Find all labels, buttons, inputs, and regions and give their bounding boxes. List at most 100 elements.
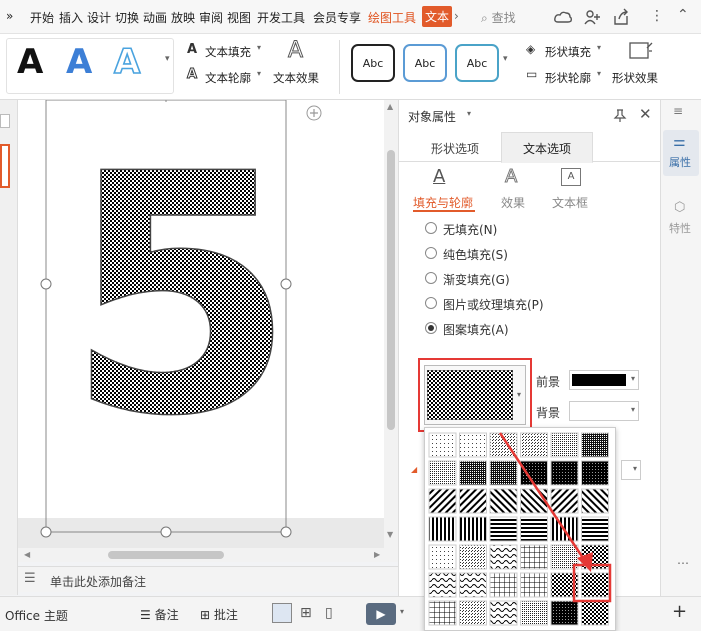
text-style-black[interactable]: A: [17, 42, 43, 82]
pattern-swatch[interactable]: [459, 600, 487, 626]
menu-scroll-right-icon[interactable]: ›: [454, 9, 459, 23]
share-user-icon[interactable]: [583, 8, 601, 26]
tab-shape-options[interactable]: 形状选项: [431, 140, 479, 157]
option-picture-texture-fill[interactable]: 图片或纹理填充(P): [443, 296, 544, 313]
pin-icon[interactable]: [613, 108, 627, 122]
pattern-swatch[interactable]: [459, 516, 487, 542]
text-shape-selection[interactable]: 5: [18, 100, 384, 550]
sidebar-traits-button[interactable]: ⬡ 特性: [663, 196, 699, 242]
reading-view-icon[interactable]: ▯: [325, 605, 333, 621]
pattern-swatch[interactable]: [428, 488, 457, 514]
text-outline-button[interactable]: 文本轮廓: [205, 70, 251, 86]
text-style-blue[interactable]: A: [66, 42, 92, 82]
menu-item-insert[interactable]: 插入: [59, 9, 83, 26]
option-solid-fill[interactable]: 纯色填充(S): [443, 246, 508, 263]
notes-placeholder[interactable]: 单击此处添加备注: [50, 573, 146, 590]
menu-item-developer[interactable]: 开发工具: [257, 9, 305, 26]
pattern-swatch[interactable]: [428, 544, 457, 570]
resize-handle-bottom-left[interactable]: [40, 526, 52, 538]
shape-outline-button[interactable]: 形状轮廓: [545, 70, 591, 86]
text-effect-button[interactable]: 文本效果: [273, 70, 319, 86]
cloud-icon[interactable]: [553, 8, 573, 26]
menu-item-view[interactable]: 视图: [227, 9, 251, 26]
text-fill-button[interactable]: 文本填充: [205, 44, 251, 60]
pattern-swatch[interactable]: [581, 600, 609, 626]
comment-button[interactable]: ⊞ 批注: [200, 606, 238, 623]
resize-handle-left[interactable]: [40, 278, 52, 290]
pattern-swatch[interactable]: [428, 460, 457, 486]
resize-handle-bottom[interactable]: [160, 526, 172, 538]
more-options-icon[interactable]: ⋮: [650, 8, 664, 24]
option-no-fill[interactable]: 无填充(N): [443, 221, 497, 238]
text-style-outline[interactable]: A: [113, 41, 141, 83]
play-slideshow-icon[interactable]: ▶: [366, 603, 396, 625]
thumbnail-toggle-icon[interactable]: [0, 114, 10, 128]
menu-item-animation[interactable]: 动画: [143, 9, 167, 26]
menu-item-start[interactable]: 开始: [30, 9, 54, 26]
shape-effect-button[interactable]: 形状效果: [612, 70, 658, 86]
menu-item-text[interactable]: 文本: [422, 6, 453, 27]
notes-bar[interactable]: ☰ 单击此处添加备注: [18, 566, 398, 592]
slide-sorter-icon[interactable]: ⊞: [300, 605, 312, 621]
scroll-down-icon[interactable]: ▼: [387, 530, 393, 539]
subtab-effect[interactable]: 效果: [501, 194, 525, 211]
vertical-scrollbar[interactable]: ▲ ▼: [384, 100, 398, 560]
shape-style-black[interactable]: Abc: [351, 44, 395, 82]
pattern-swatch[interactable]: [459, 460, 487, 486]
shape-fill-dropdown-icon[interactable]: ▾: [597, 43, 601, 52]
notes-button[interactable]: ☰ 备注: [140, 606, 179, 623]
shape-style-teal[interactable]: Abc: [455, 44, 499, 82]
horizontal-scroll-thumb[interactable]: [108, 551, 224, 559]
export-icon[interactable]: [612, 8, 630, 26]
shape-style-blue[interactable]: Abc: [403, 44, 447, 82]
radio-solid-fill[interactable]: [425, 247, 437, 259]
sidebar-menu-icon[interactable]: ≡: [673, 104, 683, 118]
panel-title[interactable]: 对象属性: [408, 108, 456, 125]
shape-gallery-expand-icon[interactable]: ▾: [503, 54, 508, 64]
foreground-color-select[interactable]: ▾: [569, 370, 639, 390]
option-gradient-fill[interactable]: 渐变填充(G): [443, 271, 510, 288]
menu-item-design[interactable]: 设计: [87, 9, 111, 26]
subtab-fill-outline[interactable]: 填充与轮廓: [413, 194, 473, 211]
radio-no-fill[interactable]: [425, 222, 437, 234]
menu-item-drawing-tools[interactable]: 绘图工具: [368, 9, 416, 26]
zoom-in-icon[interactable]: +: [672, 601, 687, 622]
horizontal-scrollbar[interactable]: ◀ ▶: [18, 548, 398, 562]
pattern-swatch[interactable]: [489, 600, 518, 626]
pattern-swatch[interactable]: [428, 572, 457, 598]
close-icon[interactable]: ✕: [639, 105, 652, 123]
menu-item-slideshow[interactable]: 放映: [171, 9, 195, 26]
option-pattern-fill[interactable]: 图案填充(A): [443, 321, 509, 338]
scroll-left-icon[interactable]: ◀: [24, 550, 30, 559]
panel-title-dropdown-icon[interactable]: ▾: [467, 109, 471, 118]
radio-gradient-fill[interactable]: [425, 272, 437, 284]
sidebar-more-icon[interactable]: ⋯: [677, 556, 689, 570]
menu-item-review[interactable]: 审阅: [199, 9, 223, 26]
play-options-icon[interactable]: ▾: [400, 607, 404, 616]
scroll-up-icon[interactable]: ▲: [387, 102, 393, 111]
vertical-scroll-thumb[interactable]: [387, 150, 395, 430]
pattern-swatch[interactable]: [550, 600, 579, 626]
pattern-swatch[interactable]: [520, 600, 548, 626]
radio-picture-fill[interactable]: [425, 297, 437, 309]
pattern-swatch[interactable]: [428, 516, 457, 542]
pattern-swatch[interactable]: [428, 600, 457, 626]
pattern-dropdown-icon[interactable]: ▾: [517, 390, 521, 399]
radio-pattern-fill[interactable]: [425, 322, 437, 334]
scroll-right-icon[interactable]: ▶: [374, 550, 380, 559]
menu-item-transition[interactable]: 切换: [115, 9, 139, 26]
subtab-textbox[interactable]: 文本框: [552, 194, 588, 211]
text-outline-dropdown-icon[interactable]: ▾: [257, 69, 261, 78]
search-box[interactable]: ⌕ 查找: [481, 9, 516, 26]
normal-view-icon[interactable]: [272, 603, 292, 623]
sidebar-props-button[interactable]: ⚌ 属性: [663, 130, 699, 176]
pattern-swatch[interactable]: [459, 572, 487, 598]
shape-outline-dropdown-icon[interactable]: ▾: [597, 69, 601, 78]
gallery-expand-icon[interactable]: ▾: [165, 54, 170, 64]
pattern-swatch[interactable]: [459, 432, 487, 458]
menu-overflow-icon[interactable]: »: [6, 9, 13, 23]
resize-handle-right[interactable]: [280, 278, 292, 290]
background-color-select[interactable]: ▾: [569, 401, 639, 421]
shape-fill-button[interactable]: 形状填充: [545, 44, 591, 60]
hidden-select[interactable]: ▾: [621, 460, 641, 480]
